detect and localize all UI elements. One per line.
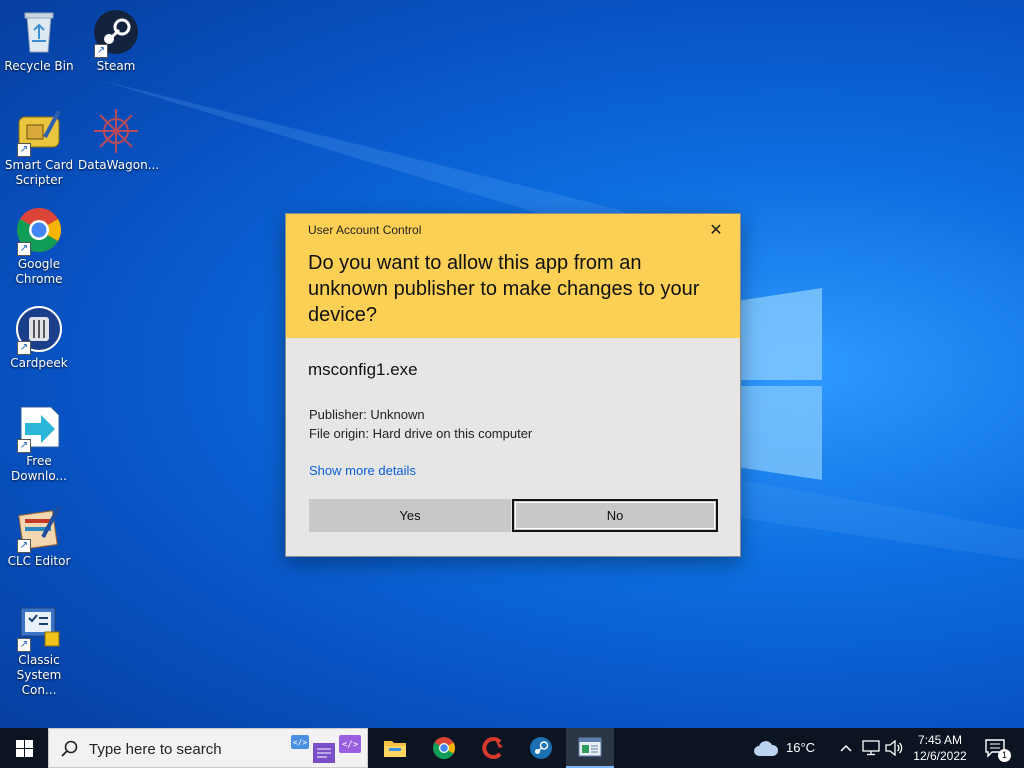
search-placeholder: Type here to search — [89, 741, 222, 758]
weather-widget[interactable] — [752, 728, 780, 768]
file-origin-text: File origin: Hard drive on this computer — [309, 426, 533, 441]
show-hidden-icons-button[interactable] — [838, 728, 854, 768]
desktop-icon-label: DataWagon... — [78, 158, 160, 172]
desktop-icon-label: Cardpeek — [10, 356, 68, 370]
clock[interactable]: 7:45 AM 12/6/2022 — [910, 728, 970, 768]
recycle-bin-icon — [24, 12, 54, 53]
desktop-icon-label: Classic System Con... — [16, 653, 62, 697]
steam-icon — [530, 737, 552, 759]
volume-control[interactable] — [884, 728, 904, 768]
taskbar: Type here to search </> </> 16°C 7:45 AM… — [0, 728, 1024, 768]
network-status[interactable] — [861, 728, 881, 768]
desktop-icon-google-chrome[interactable]: ↗ Google Chrome — [1, 206, 77, 287]
start-button[interactable] — [0, 728, 48, 768]
notification-badge: 1 — [998, 749, 1011, 762]
search-icon — [61, 740, 78, 757]
desktop-icon-label: Smart Card Scripter — [4, 158, 74, 187]
shortcut-arrow-icon: ↗ — [17, 341, 31, 355]
cloud-icon — [754, 741, 779, 756]
yes-button[interactable]: Yes — [309, 499, 511, 532]
taskbar-system-configuration[interactable] — [566, 728, 614, 768]
svg-text:</>: </> — [293, 738, 308, 747]
ccleaner-icon — [482, 737, 503, 759]
shortcut-arrow-icon: ↗ — [17, 638, 31, 652]
desktop-icon-label: Recycle Bin — [4, 59, 74, 73]
shortcut-arrow-icon: ↗ — [17, 242, 31, 256]
datawagon-icon — [94, 109, 138, 153]
desktop-icon-label: Google Chrome — [15, 257, 63, 286]
show-more-details-link[interactable]: Show more details — [309, 463, 416, 478]
desktop-icon-classic-system-control[interactable]: ↗ Classic System Con... — [1, 602, 77, 698]
search-highlight-icon: </> </> — [291, 735, 361, 763]
desktop-icon-label: Free Downlo... — [11, 454, 67, 483]
taskbar-chrome[interactable] — [420, 728, 468, 768]
close-icon[interactable]: ✕ — [706, 220, 726, 239]
windows-logo-icon — [15, 739, 33, 757]
clock-time: 7:45 AM — [917, 733, 963, 747]
network-icon — [862, 740, 880, 756]
desktop-icon-datawagon[interactable]: DataWagon... — [78, 107, 160, 173]
shortcut-arrow-icon: ↗ — [94, 44, 108, 58]
desktop-icon-recycle-bin[interactable]: Recycle Bin — [1, 8, 77, 74]
desktop-icon-clc-editor[interactable]: ↗ CLC Editor — [1, 503, 77, 569]
desktop-icon-label: Steam — [96, 59, 136, 73]
taskbar-file-explorer[interactable] — [371, 728, 419, 768]
app-name: msconfig1.exe — [308, 360, 418, 379]
taskbar-steam[interactable] — [517, 728, 565, 768]
system-configuration-icon — [578, 737, 602, 757]
desktop-icon-smart-card-scripter[interactable]: ↗ Smart Card Scripter — [1, 107, 77, 188]
weather-temperature[interactable]: 16°C — [786, 740, 815, 755]
chevron-up-icon — [840, 744, 852, 752]
publisher-text: Publisher: Unknown — [309, 407, 425, 422]
file-explorer-icon — [384, 741, 406, 757]
notification-center-button[interactable]: 1 — [978, 728, 1012, 768]
shortcut-arrow-icon: ↗ — [17, 143, 31, 157]
no-button[interactable]: No — [512, 499, 718, 532]
uac-dialog: User Account Control ✕ Do you want to al… — [285, 213, 741, 557]
svg-text:</>: </> — [342, 740, 359, 750]
desktop-icon-free-download[interactable]: ↗ Free Downlo... — [1, 403, 77, 484]
speaker-icon — [885, 740, 903, 756]
shortcut-arrow-icon: ↗ — [17, 539, 31, 553]
desktop-icon-cardpeek[interactable]: ↗ Cardpeek — [1, 305, 77, 371]
windows-wallpaper-logo — [730, 288, 822, 480]
dialog-question: Do you want to allow this app from an un… — [308, 252, 700, 326]
desktop-icon-label: CLC Editor — [7, 554, 71, 568]
taskbar-search-box[interactable]: Type here to search </> </> — [48, 728, 368, 768]
desktop-icon-steam[interactable]: ↗ Steam — [78, 8, 154, 74]
app-info: Publisher: Unknown File origin: Hard dri… — [309, 405, 532, 443]
shortcut-arrow-icon: ↗ — [17, 439, 31, 453]
clock-date: 12/6/2022 — [913, 749, 967, 763]
uac-dialog-header: User Account Control ✕ Do you want to al… — [286, 214, 740, 338]
taskbar-ccleaner[interactable] — [469, 728, 517, 768]
dialog-title: User Account Control — [308, 223, 422, 237]
chrome-icon — [433, 737, 455, 759]
